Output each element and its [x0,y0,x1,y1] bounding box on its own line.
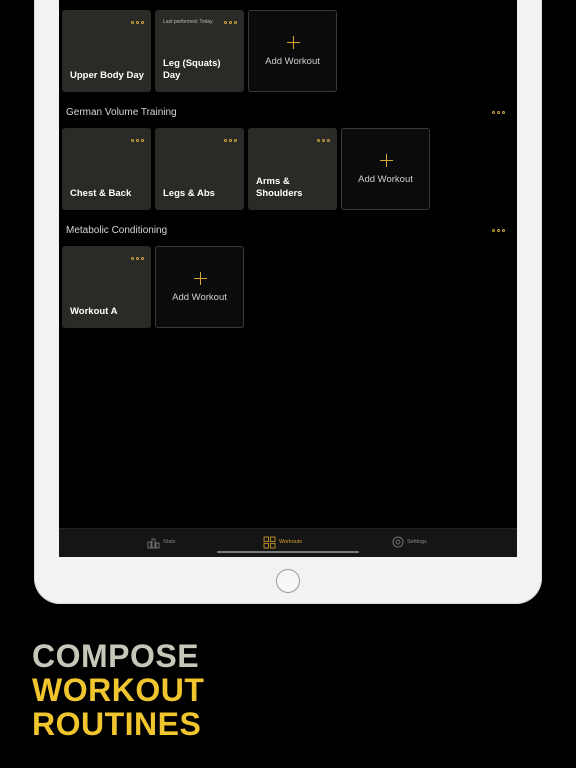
tab-settings-label: Settings [407,539,427,545]
workout-card-workout-a[interactable]: Workout A [62,246,151,328]
home-indicator [217,551,359,553]
add-workout-label: Add Workout [265,56,320,67]
tab-stats[interactable]: Stats [147,535,176,549]
routine-title: Metabolic Conditioning [66,225,168,236]
add-workout-button[interactable]: Add Workout [248,10,337,92]
workout-card-title: Workout A [70,305,118,317]
card-more-icon[interactable] [131,257,144,260]
settings-gear-icon [392,536,404,548]
promo-line-1: COMPOSE [32,638,200,674]
card-more-icon[interactable] [224,21,237,24]
routine-title: German Volume Training [66,107,177,118]
plus-icon [380,154,393,167]
promo-line-3: ROUTINES [32,706,202,742]
promo-line-2: WORKOUT [32,672,205,708]
routine-more-icon[interactable] [492,225,508,235]
workout-card-title: Legs & Abs [163,187,215,199]
workout-card-leg-squats-day[interactable]: Last performed: Today Leg (Squats) Day [155,10,244,92]
workout-card-upper-body-day[interactable]: Upper Body Day [62,10,151,92]
card-more-icon[interactable] [131,139,144,142]
tab-bar: Stats Workouts Settings [59,528,517,557]
stats-icon [147,538,160,548]
card-more-icon[interactable] [224,139,237,142]
workout-card-title: Leg (Squats) Day [163,58,221,81]
workout-card-legs-abs[interactable]: Legs & Abs [155,128,244,210]
tab-settings[interactable]: Settings [392,535,427,549]
card-more-icon[interactable] [317,139,330,142]
workouts-grid-icon [263,536,276,548]
workout-card-chest-back[interactable]: Chest & Back [62,128,151,210]
home-button[interactable] [276,569,300,593]
routine-more-icon[interactable] [492,107,508,117]
add-workout-label: Add Workout [172,292,227,303]
workout-card-arms-shoulders[interactable]: Arms & Shoulders [248,128,337,210]
app-screen: Upper Body Day Last performed: Today Leg… [59,0,517,557]
tab-stats-label: Stats [163,539,176,545]
add-workout-button[interactable]: Add Workout [341,128,430,210]
tab-workouts[interactable]: Workouts [263,535,302,549]
tab-workouts-label: Workouts [279,539,303,545]
workout-card-title: Arms & Shoulders [256,176,303,199]
card-more-icon[interactable] [131,21,144,24]
plus-icon [194,272,207,285]
workout-card-title: Chest & Back [70,187,132,199]
add-workout-button[interactable]: Add Workout [155,246,244,328]
add-workout-label: Add Workout [358,174,413,185]
plus-icon [287,36,300,49]
last-performed-label: Last performed: Today [163,19,213,25]
workout-card-title: Upper Body Day [70,69,144,81]
